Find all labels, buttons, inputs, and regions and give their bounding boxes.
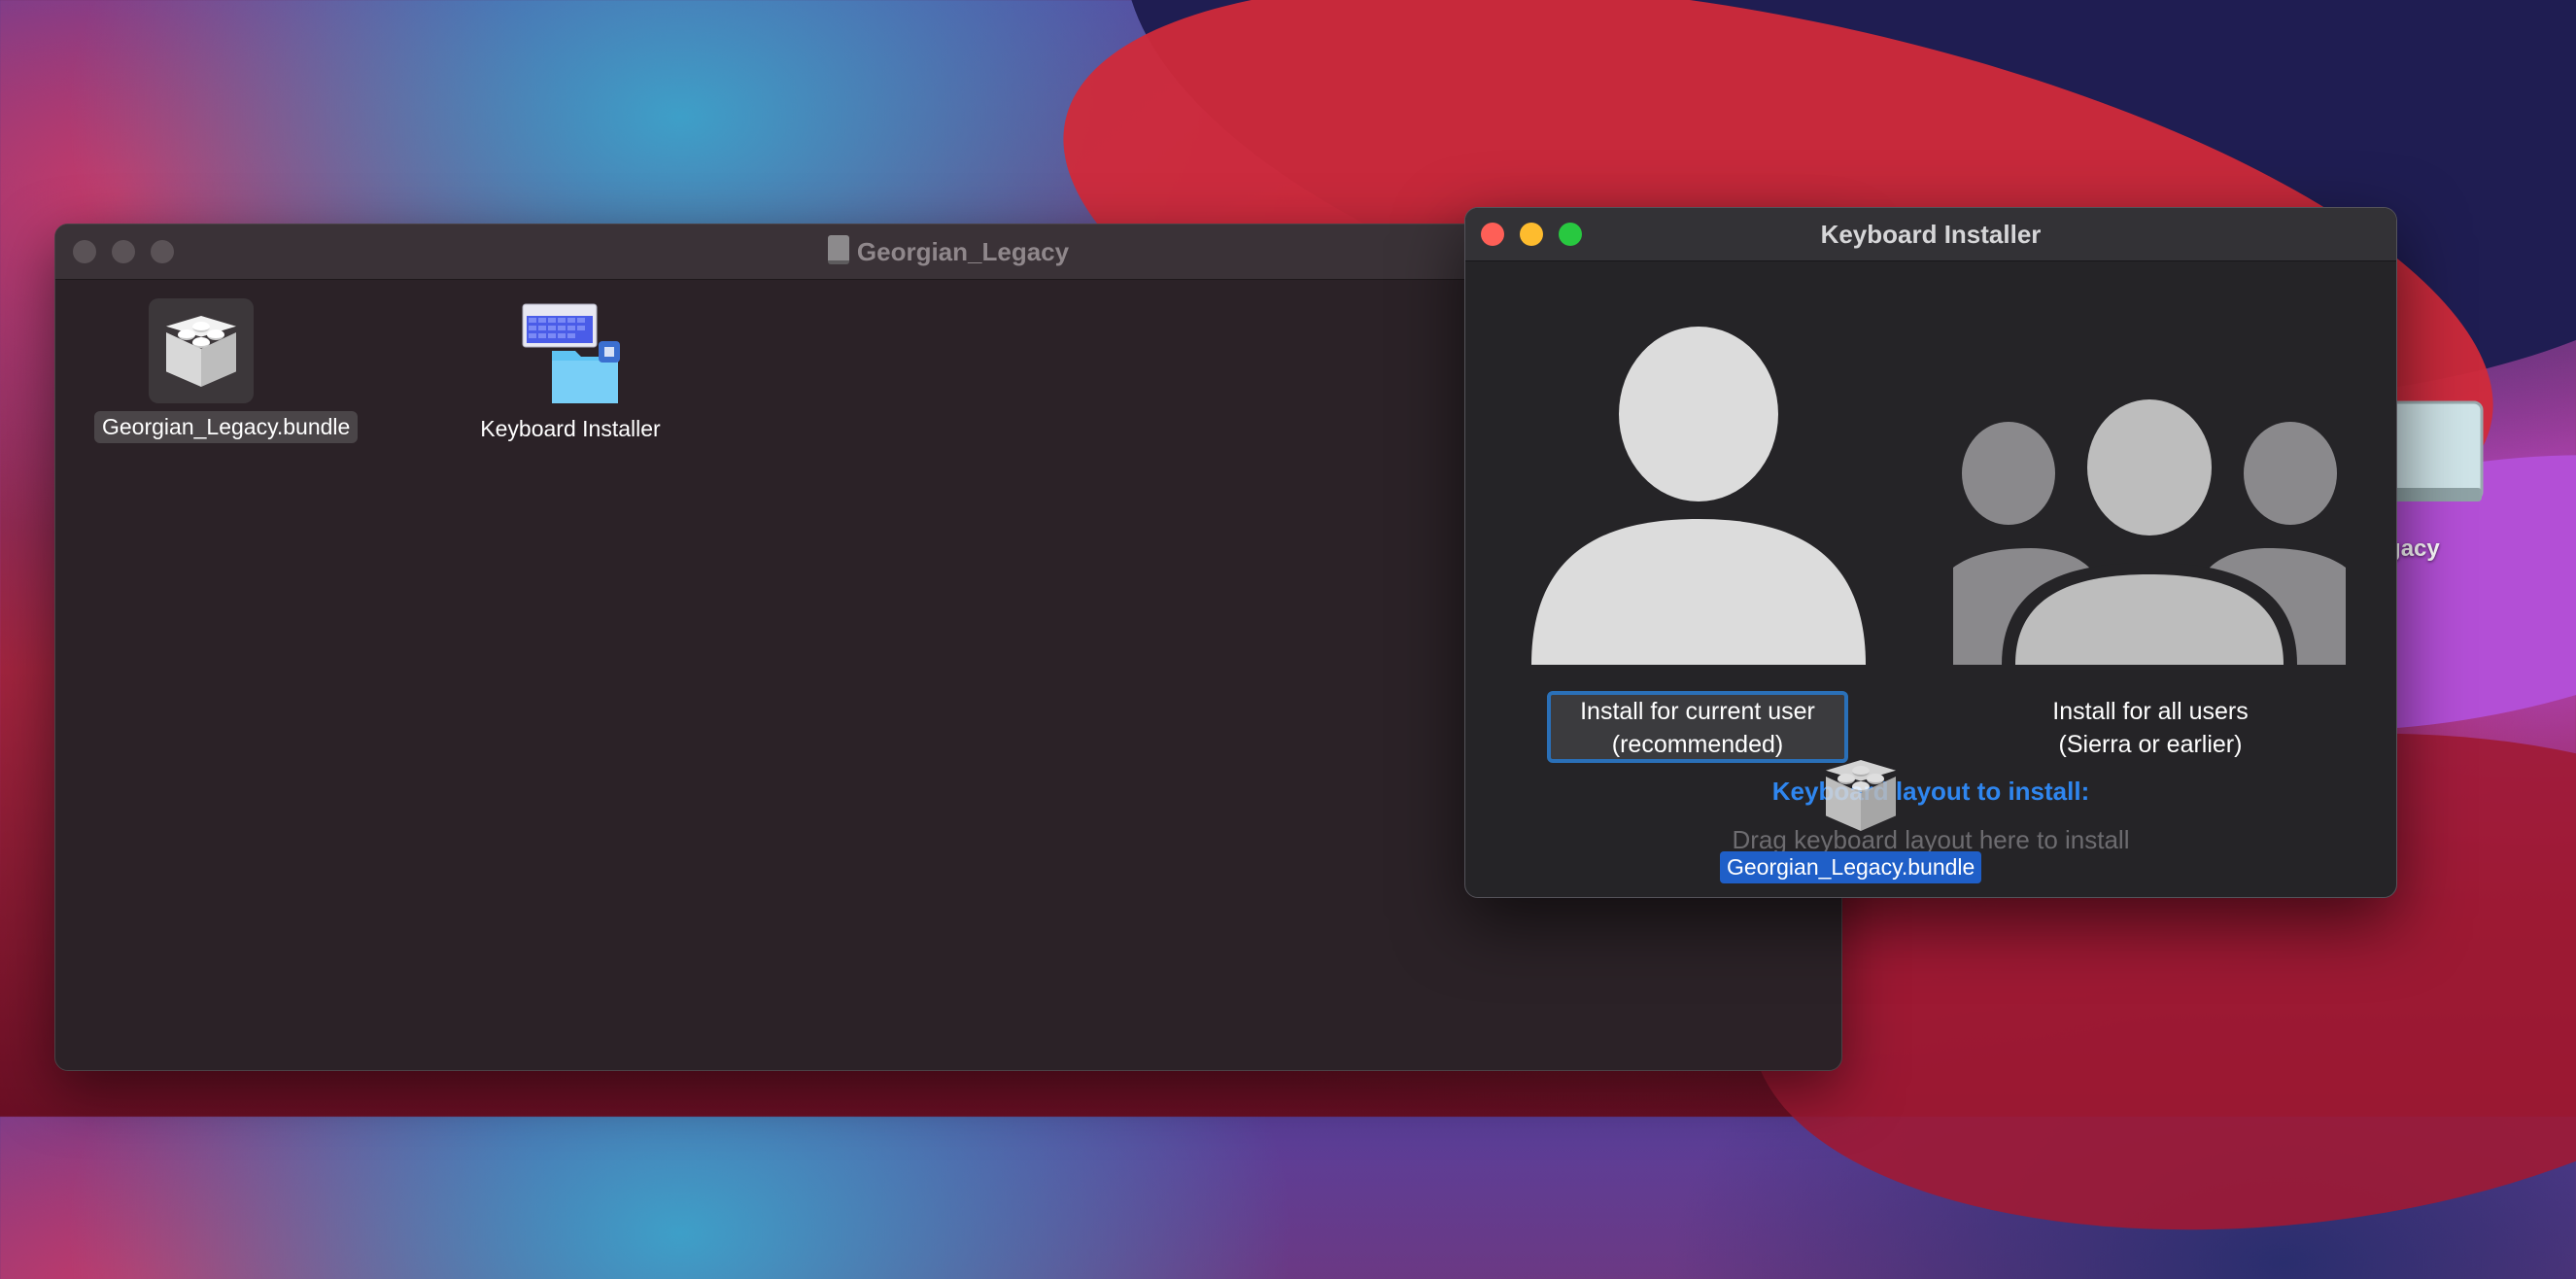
disk-icon — [827, 235, 849, 264]
install-current-user-button[interactable]: Install for current user (recommended) — [1547, 691, 1848, 763]
file-label: Keyboard Installer — [480, 416, 661, 441]
finder-title-text: Georgian_Legacy — [856, 237, 1070, 266]
dragged-bundle-label: Georgian_Legacy.bundle — [1720, 851, 1982, 883]
install-current-user-line1: Install for current user — [1580, 698, 1815, 725]
file-item-keyboard-installer[interactable]: Keyboard Installer — [454, 302, 687, 445]
install-all-users-line2: (Sierra or earlier) — [2058, 731, 2243, 758]
install-current-user-line2: (recommended) — [1611, 731, 1784, 758]
group-users-icon[interactable] — [1953, 398, 2346, 665]
single-user-icon[interactable] — [1531, 325, 1866, 665]
bundle-icon — [149, 298, 254, 403]
file-label: Georgian_Legacy.bundle — [94, 411, 359, 443]
install-all-users-line1: Install for all users — [2052, 698, 2249, 725]
keyboard-layout-section-title: Keyboard layout to install: — [1771, 777, 2090, 806]
installer-titlebar[interactable]: Keyboard Installer — [1465, 208, 2396, 261]
window-title: Keyboard Installer — [1820, 220, 2042, 249]
dragged-bundle-icon[interactable] — [1820, 750, 1904, 838]
keyboard-installer-app-icon — [517, 302, 624, 405]
keyboard-installer-window: Keyboard Installer Install for current u… — [1464, 207, 2397, 898]
file-item-bundle[interactable]: Georgian_Legacy.bundle — [94, 298, 359, 443]
install-all-users-button[interactable]: Install for all users (Sierra or earlier… — [1990, 695, 2311, 759]
